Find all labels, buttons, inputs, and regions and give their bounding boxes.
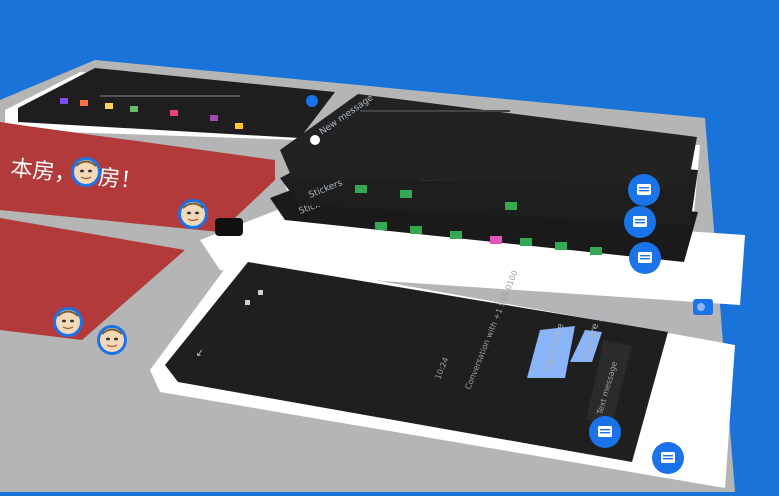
- chat-icon[interactable]: [629, 242, 661, 274]
- perspective-scene: 本房，本房！ Sticker pack Stickers New messag: [0, 0, 779, 492]
- chat-icon-2[interactable]: [624, 206, 656, 238]
- sticker-avatar-icon-3: [96, 324, 128, 356]
- sticker-thumb-icon[interactable]: [693, 299, 713, 315]
- chat-fab-bottom[interactable]: [652, 442, 684, 474]
- sticker-avatar-icon-small: [177, 198, 209, 230]
- scene-svg: 本房，本房！ Sticker pack Stickers New messag: [0, 60, 745, 492]
- start-chat-fab[interactable]: [589, 416, 621, 448]
- sticker-avatar-icon-2: [52, 306, 84, 338]
- sticker-avatar-icon: [70, 156, 102, 188]
- emoji-icon[interactable]: [258, 290, 263, 295]
- attach-icon[interactable]: [245, 300, 250, 305]
- chat-icon-3[interactable]: [628, 174, 660, 206]
